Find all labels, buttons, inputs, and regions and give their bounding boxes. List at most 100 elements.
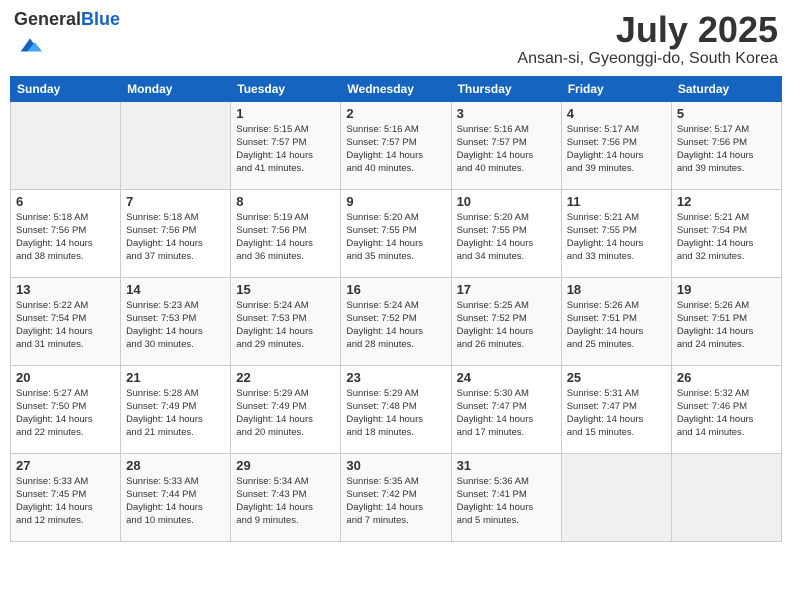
calendar-cell: 1Sunrise: 5:15 AM Sunset: 7:57 PM Daylig… (231, 101, 341, 189)
calendar-week-row: 6Sunrise: 5:18 AM Sunset: 7:56 PM Daylig… (11, 189, 782, 277)
day-detail: Sunrise: 5:21 AM Sunset: 7:55 PM Dayligh… (567, 211, 666, 264)
day-detail: Sunrise: 5:33 AM Sunset: 7:45 PM Dayligh… (16, 475, 115, 528)
day-number: 15 (236, 282, 335, 297)
calendar-cell: 22 Sunrise: 5:29 AM Sunset: 7:49 PM Dayli… (231, 365, 341, 453)
calendar-cell (561, 453, 671, 541)
calendar-cell: 17Sunrise: 5:25 AM Sunset: 7:52 PM Dayli… (451, 277, 561, 365)
calendar-week-row: 13 Sunrise: 5:22 AM Sunset: 7:54 PM Dayli… (11, 277, 782, 365)
weekday-header-cell: Monday (121, 76, 231, 101)
calendar-cell: 19Sunrise: 5:26 AM Sunset: 7:51 PM Dayli… (671, 277, 781, 365)
day-detail: Sunrise: 5:20 AM Sunset: 7:55 PM Dayligh… (346, 211, 445, 264)
day-detail: Sunrise: 5:29 AM Sunset: 7:49 PM Dayligh… (236, 387, 335, 440)
day-number: 14 (126, 282, 225, 297)
day-number: 21 (126, 370, 225, 385)
calendar-cell: 6Sunrise: 5:18 AM Sunset: 7:56 PM Daylig… (11, 189, 121, 277)
day-detail: Sunrise: 5:31 AM Sunset: 7:47 PM Dayligh… (567, 387, 666, 440)
calendar-cell: 23 Sunrise: 5:29 AM Sunset: 7:48 PM Dayli… (341, 365, 451, 453)
weekday-header-row: SundayMondayTuesdayWednesdayThursdayFrid… (11, 76, 782, 101)
page-header: GeneralBlue July 2025 Ansan-si, Gyeonggi… (10, 10, 782, 68)
weekday-header-cell: Sunday (11, 76, 121, 101)
calendar-cell: 4Sunrise: 5:17 AM Sunset: 7:56 PM Daylig… (561, 101, 671, 189)
day-detail: Sunrise: 5:29 AM Sunset: 7:48 PM Dayligh… (346, 387, 445, 440)
day-number: 31 (457, 458, 556, 473)
day-number: 30 (346, 458, 445, 473)
day-detail: Sunrise: 5:32 AM Sunset: 7:46 PM Dayligh… (677, 387, 776, 440)
day-number: 7 (126, 194, 225, 209)
day-number: 29 (236, 458, 335, 473)
calendar-cell: 28 Sunrise: 5:33 AM Sunset: 7:44 PM Dayli… (121, 453, 231, 541)
calendar-cell: 13 Sunrise: 5:22 AM Sunset: 7:54 PM Dayli… (11, 277, 121, 365)
day-number: 3 (457, 106, 556, 121)
month-title: July 2025 (517, 10, 778, 50)
day-number: 20 (16, 370, 115, 385)
calendar-week-row: 20 Sunrise: 5:27 AM Sunset: 7:50 PM Dayli… (11, 365, 782, 453)
day-number: 13 (16, 282, 115, 297)
calendar-cell: 31 Sunrise: 5:36 AM Sunset: 7:41 PM Dayli… (451, 453, 561, 541)
day-detail: Sunrise: 5:21 AM Sunset: 7:54 PM Dayligh… (677, 211, 776, 264)
day-number: 9 (346, 194, 445, 209)
day-detail: Sunrise: 5:22 AM Sunset: 7:54 PM Dayligh… (16, 299, 115, 352)
day-number: 17 (457, 282, 556, 297)
calendar-cell: 20 Sunrise: 5:27 AM Sunset: 7:50 PM Dayli… (11, 365, 121, 453)
calendar-cell: 5 Sunrise: 5:17 AM Sunset: 7:56 PM Daylig… (671, 101, 781, 189)
day-number: 23 (346, 370, 445, 385)
day-number: 27 (16, 458, 115, 473)
calendar-cell: 10 Sunrise: 5:20 AM Sunset: 7:55 PM Dayli… (451, 189, 561, 277)
calendar-body: 1Sunrise: 5:15 AM Sunset: 7:57 PM Daylig… (11, 101, 782, 541)
day-detail: Sunrise: 5:27 AM Sunset: 7:50 PM Dayligh… (16, 387, 115, 440)
calendar-cell: 29 Sunrise: 5:34 AM Sunset: 7:43 PM Dayli… (231, 453, 341, 541)
day-detail: Sunrise: 5:20 AM Sunset: 7:55 PM Dayligh… (457, 211, 556, 264)
day-number: 26 (677, 370, 776, 385)
logo: GeneralBlue (14, 10, 120, 63)
day-number: 5 (677, 106, 776, 121)
day-detail: Sunrise: 5:19 AM Sunset: 7:56 PM Dayligh… (236, 211, 335, 264)
day-detail: Sunrise: 5:28 AM Sunset: 7:49 PM Dayligh… (126, 387, 225, 440)
day-number: 25 (567, 370, 666, 385)
day-number: 8 (236, 194, 335, 209)
day-detail: Sunrise: 5:33 AM Sunset: 7:44 PM Dayligh… (126, 475, 225, 528)
day-detail: Sunrise: 5:34 AM Sunset: 7:43 PM Dayligh… (236, 475, 335, 528)
day-detail: Sunrise: 5:26 AM Sunset: 7:51 PM Dayligh… (567, 299, 666, 352)
calendar-cell: 3 Sunrise: 5:16 AM Sunset: 7:57 PM Daylig… (451, 101, 561, 189)
day-detail: Sunrise: 5:18 AM Sunset: 7:56 PM Dayligh… (126, 211, 225, 264)
location-title: Ansan-si, Gyeonggi-do, South Korea (517, 50, 778, 68)
calendar-cell: 18Sunrise: 5:26 AM Sunset: 7:51 PM Dayli… (561, 277, 671, 365)
day-number: 22 (236, 370, 335, 385)
weekday-header-cell: Saturday (671, 76, 781, 101)
logo-icon (16, 30, 44, 58)
weekday-header-cell: Friday (561, 76, 671, 101)
weekday-header-cell: Thursday (451, 76, 561, 101)
day-detail: Sunrise: 5:17 AM Sunset: 7:56 PM Dayligh… (677, 123, 776, 176)
day-number: 10 (457, 194, 556, 209)
day-detail: Sunrise: 5:36 AM Sunset: 7:41 PM Dayligh… (457, 475, 556, 528)
day-detail: Sunrise: 5:24 AM Sunset: 7:52 PM Dayligh… (346, 299, 445, 352)
day-detail: Sunrise: 5:23 AM Sunset: 7:53 PM Dayligh… (126, 299, 225, 352)
day-number: 16 (346, 282, 445, 297)
day-number: 11 (567, 194, 666, 209)
calendar-cell (11, 101, 121, 189)
calendar-cell: 15Sunrise: 5:24 AM Sunset: 7:53 PM Dayli… (231, 277, 341, 365)
weekday-header-cell: Wednesday (341, 76, 451, 101)
calendar-cell: 9 Sunrise: 5:20 AM Sunset: 7:55 PM Daylig… (341, 189, 451, 277)
calendar-cell: 27 Sunrise: 5:33 AM Sunset: 7:45 PM Dayli… (11, 453, 121, 541)
title-block: July 2025 Ansan-si, Gyeonggi-do, South K… (517, 10, 778, 68)
day-detail: Sunrise: 5:30 AM Sunset: 7:47 PM Dayligh… (457, 387, 556, 440)
calendar-cell: 30 Sunrise: 5:35 AM Sunset: 7:42 PM Dayli… (341, 453, 451, 541)
calendar-cell: 14 Sunrise: 5:23 AM Sunset: 7:53 PM Dayli… (121, 277, 231, 365)
weekday-header-cell: Tuesday (231, 76, 341, 101)
day-detail: Sunrise: 5:16 AM Sunset: 7:57 PM Dayligh… (457, 123, 556, 176)
logo-general: General (14, 9, 81, 29)
day-detail: Sunrise: 5:35 AM Sunset: 7:42 PM Dayligh… (346, 475, 445, 528)
day-detail: Sunrise: 5:18 AM Sunset: 7:56 PM Dayligh… (16, 211, 115, 264)
calendar-cell: 16 Sunrise: 5:24 AM Sunset: 7:52 PM Dayli… (341, 277, 451, 365)
calendar-cell (121, 101, 231, 189)
day-number: 19 (677, 282, 776, 297)
day-detail: Sunrise: 5:16 AM Sunset: 7:57 PM Dayligh… (346, 123, 445, 176)
day-number: 28 (126, 458, 225, 473)
calendar-cell: 2Sunrise: 5:16 AM Sunset: 7:57 PM Daylig… (341, 101, 451, 189)
calendar-cell: 21 Sunrise: 5:28 AM Sunset: 7:49 PM Dayli… (121, 365, 231, 453)
calendar-cell: 7 Sunrise: 5:18 AM Sunset: 7:56 PM Daylig… (121, 189, 231, 277)
calendar-week-row: 1Sunrise: 5:15 AM Sunset: 7:57 PM Daylig… (11, 101, 782, 189)
calendar-cell: 25 Sunrise: 5:31 AM Sunset: 7:47 PM Dayli… (561, 365, 671, 453)
logo-blue: Blue (81, 9, 120, 29)
